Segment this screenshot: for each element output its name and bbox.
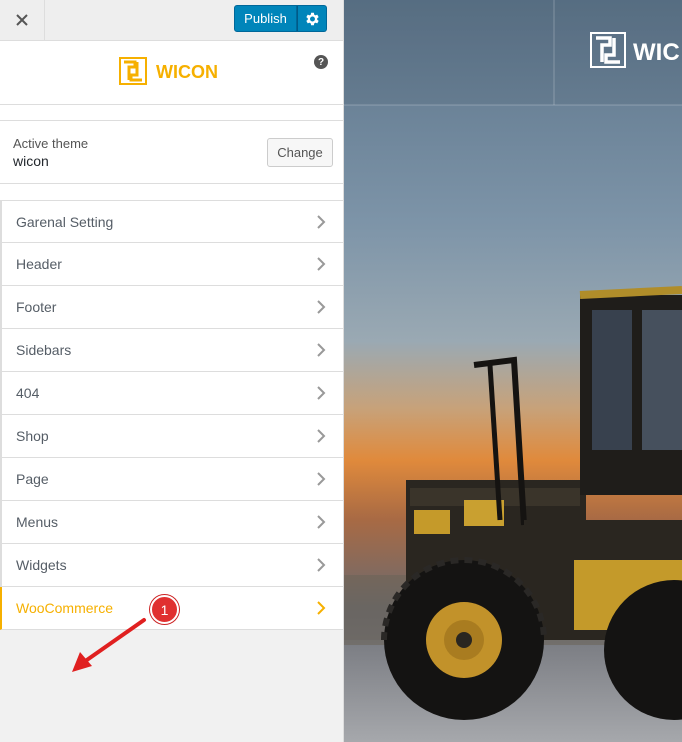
menu-item-footer[interactable]: Footer — [0, 286, 343, 329]
customizer-sidebar: Publish WICON ? Active theme wicon Chang… — [0, 0, 344, 742]
preview-logo-text: WIC — [633, 39, 680, 66]
wicon-logo: WICON — [119, 57, 218, 85]
chevron-right-icon — [317, 343, 326, 357]
annotation-arrow-icon — [72, 618, 146, 672]
menu-item-label: Header — [16, 256, 62, 272]
menu-item-shop[interactable]: Shop — [0, 415, 343, 458]
publish-button[interactable]: Publish — [234, 5, 297, 32]
chevron-right-icon — [317, 429, 326, 443]
close-icon — [16, 14, 28, 26]
menu-item-label: Shop — [16, 428, 49, 444]
publish-group: Publish — [234, 5, 327, 32]
site-preview: WIC — [344, 0, 682, 742]
menu-item-label: Menus — [16, 514, 59, 530]
step-badge: 1 — [150, 595, 179, 624]
preview-hero-image: WIC — [344, 0, 682, 742]
chevron-right-icon — [317, 601, 326, 615]
menu-item-404[interactable]: 404 — [0, 372, 343, 415]
chevron-right-icon — [317, 386, 326, 400]
menu-item-label: Footer — [16, 299, 57, 315]
active-theme-name: wicon — [13, 153, 49, 169]
chevron-right-icon — [317, 300, 326, 314]
chevron-right-icon — [317, 558, 326, 572]
wicon-logo-text: WICON — [156, 62, 218, 82]
menu-item-garenal-setting[interactable]: Garenal Setting — [0, 200, 343, 243]
chevron-right-icon — [317, 257, 326, 271]
gear-icon — [306, 12, 319, 25]
customizer-topbar: Publish — [0, 0, 343, 41]
section-divider — [0, 105, 343, 121]
chevron-right-icon — [317, 215, 326, 229]
active-theme-section: Active theme wicon Change — [0, 121, 343, 184]
menu-item-widgets[interactable]: Widgets — [0, 544, 343, 587]
sidebar-logo-area: WICON ? — [0, 41, 343, 105]
menu-item-label: Sidebars — [16, 342, 72, 358]
close-button[interactable] — [0, 0, 45, 40]
menu-spacer — [0, 184, 343, 200]
menu-item-page[interactable]: Page — [0, 458, 343, 501]
menu-item-sidebars[interactable]: Sidebars — [0, 329, 343, 372]
change-theme-button[interactable]: Change — [267, 138, 333, 167]
help-icon[interactable]: ? — [314, 55, 328, 69]
menu-item-label: Garenal Setting — [16, 213, 114, 230]
menu-item-label: 404 — [16, 385, 40, 401]
menu-item-label: Widgets — [16, 557, 67, 573]
menu-item-header[interactable]: Header — [0, 243, 343, 286]
menu-item-label: Page — [16, 471, 49, 487]
publish-settings-button[interactable] — [297, 5, 327, 32]
active-theme-label: Active theme — [13, 136, 89, 151]
chevron-right-icon — [317, 515, 326, 529]
chevron-right-icon — [317, 472, 326, 486]
menu-item-menus[interactable]: Menus — [0, 501, 343, 544]
customizer-menu: Garenal Setting Header Footer Sidebars 4… — [0, 200, 343, 630]
